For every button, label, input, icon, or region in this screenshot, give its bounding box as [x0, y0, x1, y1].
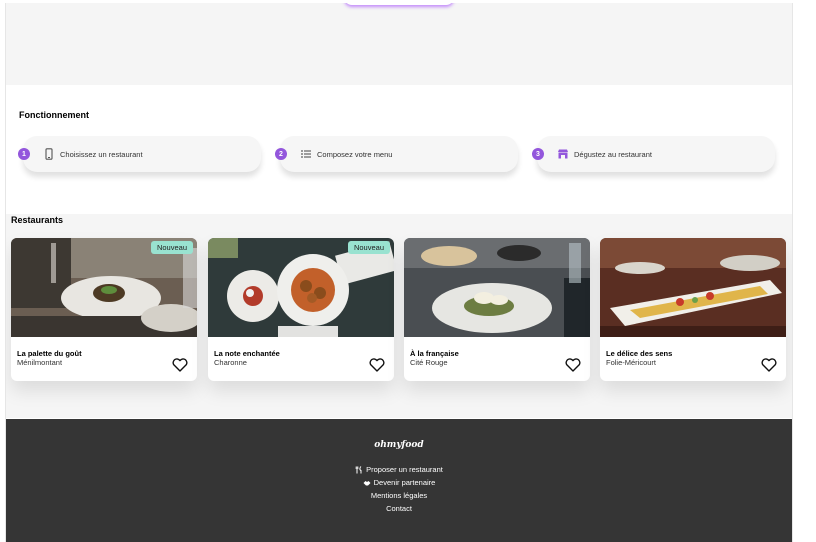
footer-link-legal[interactable]: Mentions légales [6, 491, 792, 500]
restaurant-location: Cité Rouge [410, 358, 448, 367]
restaurant-location: Charonne [214, 358, 247, 367]
footer-brand-logo: ohmyfood [374, 440, 424, 450]
restaurant-photo [404, 238, 590, 337]
footer-link-label: Proposer un restaurant [366, 465, 443, 474]
restaurant-name: Le délice des sens [606, 349, 673, 358]
footer-link-label: Devenir partenaire [373, 478, 436, 487]
step-card-2[interactable]: 2 Composez votre menu [275, 136, 518, 172]
restaurant-name: À la française [410, 349, 459, 358]
restaurant-location: Folie-Méricourt [606, 358, 657, 367]
step-number: 1 [18, 148, 30, 160]
list-icon [301, 150, 311, 158]
step-card-3[interactable]: 3 Dégustez au restaurant [532, 136, 775, 172]
restaurant-card[interactable]: Nouveau La palette du goût Ménilmontant [11, 238, 197, 381]
new-badge: Nouveau [347, 241, 390, 254]
mobile-phone-icon [45, 148, 53, 160]
utensils-icon [355, 465, 362, 473]
restaurant-name: La palette du goût [17, 349, 82, 358]
handshake-icon [363, 480, 371, 485]
how-it-works-title: Fonctionnement [19, 110, 89, 120]
footer-link-contact[interactable]: Contact [6, 504, 792, 513]
restaurant-photo [600, 238, 786, 337]
heart-icon[interactable] [369, 358, 385, 372]
step-label: Dégustez au restaurant [574, 150, 652, 159]
heart-icon[interactable] [761, 358, 777, 372]
hero-button-edge[interactable] [344, 3, 454, 5]
restaurants-title: Restaurants [11, 215, 64, 225]
restaurant-location: Ménilmontant [17, 358, 63, 367]
step-card-1[interactable]: 1 Choisissez un restaurant [18, 136, 261, 172]
new-badge: Nouveau [150, 241, 193, 254]
heart-icon[interactable] [172, 358, 188, 372]
restaurant-name: La note enchantée [214, 349, 280, 358]
restaurant-card[interactable]: Le délice des sens Folie-Méricourt [600, 238, 786, 381]
store-icon [558, 149, 568, 159]
step-label: Composez votre menu [317, 150, 393, 159]
page: Fonctionnement 1 Choisissez un restauran… [5, 3, 793, 542]
footer-link-become-partner[interactable]: Devenir partenaire [6, 478, 792, 487]
step-number: 3 [532, 148, 544, 160]
restaurant-card[interactable]: Nouveau La note enchantée Charonne [208, 238, 394, 381]
footer: ohmyfood Proposer un restaurant Devenir … [6, 419, 792, 542]
footer-link-label: Contact [386, 504, 412, 513]
step-number: 2 [275, 148, 287, 160]
footer-link-label: Mentions légales [370, 491, 428, 500]
heart-icon[interactable] [565, 358, 581, 372]
step-label: Choisissez un restaurant [60, 150, 143, 159]
hero-banner [6, 3, 792, 85]
footer-link-propose-restaurant[interactable]: Proposer un restaurant [6, 465, 792, 474]
restaurant-card[interactable]: À la française Cité Rouge [404, 238, 590, 381]
